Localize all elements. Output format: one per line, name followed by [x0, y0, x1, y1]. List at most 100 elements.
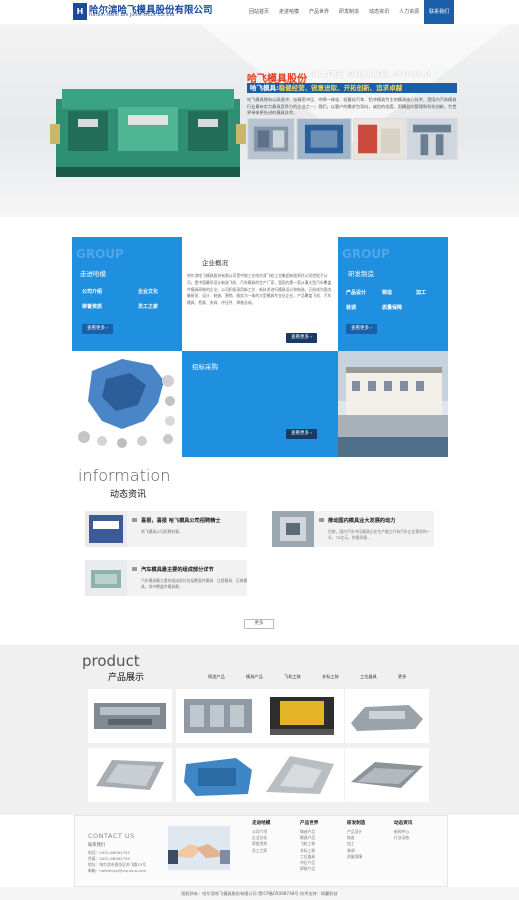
bid-more-label: 查看更多: [291, 431, 309, 436]
news-summary: 目前，国内汽车冲压模具企业生产能力只有汽车企业需求的一半，70亿元，供需矛盾..…: [328, 529, 431, 541]
news-heading-en: information: [78, 466, 171, 485]
copyright-bar: 版权所有：哈尔滨哈飞模具股份有限公司 黑ICP备05008748号 技术支持：网…: [0, 887, 519, 900]
news-summary: 汽车模具最主要的组成部分包括覆盖件模具、注塑模具、压铸模具，其中覆盖件模具最..…: [141, 578, 248, 590]
factory-photo-1: [247, 118, 295, 160]
news-thumb: [85, 560, 127, 596]
tab-more[interactable]: 更多: [398, 674, 436, 680]
intro-panel: 企业概况 哈尔滨哈飞模具股份有限公司是中航工业哈尔滨飞机工业集团有限责任公司控股…: [182, 237, 338, 351]
news-title[interactable]: 推动国内模具业大发展的动力: [328, 517, 395, 524]
footer-link[interactable]: 行业动态: [394, 835, 412, 841]
product-tile[interactable]: [260, 748, 344, 802]
intro-more-button[interactable]: 查看更多 ›: [286, 333, 318, 343]
tab-moulds[interactable]: 模具产品: [246, 674, 284, 680]
footer-col-about: 走进哈模 公司介绍 企业文化 荣誉资质 员工之家: [252, 820, 270, 854]
nav-products[interactable]: 产品世界: [304, 0, 334, 24]
china-map-image: [72, 351, 182, 457]
contact-heading-cn: 联系我们: [88, 843, 106, 848]
footer-link[interactable]: 质量保障: [347, 854, 365, 860]
news-thumb: [85, 511, 127, 547]
tab-casting[interactable]: 铸造产品: [208, 674, 246, 680]
nav-about[interactable]: 走进哈模: [274, 0, 304, 24]
banner-brand-en: HAFEI SHARES MOULD: [312, 70, 432, 79]
about-panel: GROUP 走进哈模 公司介绍 企业文化 荣誉资质 员工之家 查看更多 ›: [72, 237, 182, 351]
nav-home[interactable]: 回站首页: [244, 0, 274, 24]
contact-email[interactable]: 邮箱：hafeimuju@vip.sina.com: [88, 868, 146, 874]
product-tile[interactable]: [260, 689, 344, 743]
hero-banner: 哈飞模具股份 HAFEI SHARES MOULD 哈飞模具:稳健经营、锐意进取…: [0, 24, 519, 217]
news-bullet-icon: [132, 567, 137, 571]
news-bullet-icon: [132, 518, 137, 522]
news-bullet-icon: [319, 518, 324, 522]
product-tile[interactable]: [88, 748, 172, 802]
news-item-2[interactable]: 推动国内模具业大发展的动力 目前，国内汽车冲压模具企业生产能力只有汽车企业需求的…: [272, 511, 434, 547]
link-assembly[interactable]: 装调: [346, 304, 356, 311]
footer-col-news: 动态资讯 新闻中心 行业动态: [394, 820, 412, 841]
product-tile[interactable]: [88, 689, 172, 743]
footer-col-heading[interactable]: 动态资讯: [394, 820, 412, 826]
rd-panel: GROUP 研发制造 产品设计 铸造 加工 装调 质量保障 查看更多 ›: [338, 237, 448, 351]
footer-col-heading[interactable]: 走进哈模: [252, 820, 270, 826]
slogan-text: 稳健经营、锐意进取、开拓创新、追求卓越: [278, 84, 403, 92]
company-logo[interactable]: H 哈尔滨哈飞模具股份有限公司 Harbin Hafei Die Joine-s…: [73, 3, 233, 21]
product-tile[interactable]: [176, 689, 260, 743]
nav-hr[interactable]: 人力资源: [394, 0, 424, 24]
link-culture[interactable]: 企业文化: [138, 288, 158, 295]
news-thumb: [272, 511, 314, 547]
product-tile[interactable]: [345, 689, 429, 743]
about-more-label: 查看更多: [87, 326, 105, 331]
rd-more-button[interactable]: 查看更多 ›: [346, 324, 378, 334]
feature-grid: GROUP 走进哈模 公司介绍 企业文化 荣誉资质 员工之家 查看更多 › 企业…: [72, 237, 448, 457]
bid-title: 招标采购: [192, 363, 218, 371]
contact-heading-en: CONTACT US: [88, 832, 135, 840]
main-nav: 回站首页 走进哈模 产品世界 研发制造 动态资讯 人力资源 联系我们: [244, 0, 455, 24]
link-quality[interactable]: 质量保障: [382, 304, 402, 311]
bid-more-button[interactable]: 查看更多 ›: [286, 429, 318, 439]
rd-title: 研发制造: [348, 270, 374, 278]
company-name-en: Harbin Hafei Die Joine-stock Co.,Ltd: [89, 13, 175, 18]
news-item-1[interactable]: 喜报，喜报 哈飞模具公司招聘精士 哈飞模具公司招聘启事...: [85, 511, 247, 547]
handshake-image: [168, 826, 230, 870]
about-more-button[interactable]: 查看更多 ›: [82, 324, 114, 334]
footer-col-heading[interactable]: 研发制造: [347, 820, 365, 826]
nav-rd[interactable]: 研发制造: [334, 0, 364, 24]
news-title[interactable]: 汽车模具最主要的组成部分详节: [141, 566, 214, 573]
news-title[interactable]: 喜报，喜报 哈飞模具公司招聘精士: [141, 517, 221, 524]
panel-watermark: GROUP: [342, 247, 390, 261]
rd-more-label: 查看更多: [351, 326, 369, 331]
panel-watermark: GROUP: [76, 247, 124, 261]
tab-fixtures[interactable]: 工位器具: [360, 674, 398, 680]
tab-aircraft[interactable]: 飞机工装: [284, 674, 322, 680]
logo-mark: H: [73, 3, 87, 20]
link-casting[interactable]: 铸造: [382, 289, 392, 296]
nav-contact[interactable]: 联系我们: [424, 0, 455, 24]
slogan-lead: 哈飞模具:: [250, 84, 279, 92]
site-header: H 哈尔滨哈飞模具股份有限公司 Harbin Hafei Die Joine-s…: [0, 0, 519, 24]
intro-title: 企业概况: [202, 259, 228, 267]
link-machining[interactable]: 加工: [416, 289, 426, 296]
factory-photo-4: [406, 118, 458, 160]
news-summary: 哈飞模具公司招聘启事...: [141, 529, 183, 534]
link-honors[interactable]: 荣誉资质: [82, 303, 102, 310]
banner-slogan: 哈飞模具:稳健经营、锐意进取、开拓创新、追求卓越: [250, 83, 402, 93]
news-more-button[interactable]: 更多: [244, 619, 274, 629]
bid-panel: 招标采购 查看更多 ›: [182, 351, 338, 457]
link-design[interactable]: 产品设计: [346, 289, 366, 296]
factory-photo-3: [353, 118, 405, 160]
footer-link[interactable]: 员工之家: [252, 848, 270, 854]
link-staff[interactable]: 员工之家: [138, 303, 158, 310]
product-tabs: 铸造产品 模具产品 飞机工装 非标工装 工位器具 更多: [208, 674, 436, 680]
product-tile[interactable]: [176, 748, 260, 802]
product-heading-en: product: [82, 652, 140, 670]
news-item-3[interactable]: 汽车模具最主要的组成部分详节 汽车模具最主要的组成部分包括覆盖件模具、注塑模具、…: [85, 560, 247, 596]
link-company-intro[interactable]: 公司介绍: [82, 288, 102, 295]
about-title: 走进哈模: [80, 270, 106, 278]
mould-image: [50, 89, 246, 177]
intro-more-label: 查看更多: [291, 335, 309, 340]
intro-text: 哈尔滨哈飞模具股份有限公司是中航工业哈尔滨飞机工业集团有限责任公司控股子公司，是…: [187, 273, 332, 306]
nav-news[interactable]: 动态资讯: [364, 0, 394, 24]
tab-nonstandard[interactable]: 非标工装: [322, 674, 360, 680]
footer-link[interactable]: 焊接产品: [300, 866, 318, 872]
factory-photo-2: [296, 118, 352, 160]
product-tile[interactable]: [345, 748, 429, 802]
footer-col-heading[interactable]: 产品世界: [300, 820, 318, 826]
